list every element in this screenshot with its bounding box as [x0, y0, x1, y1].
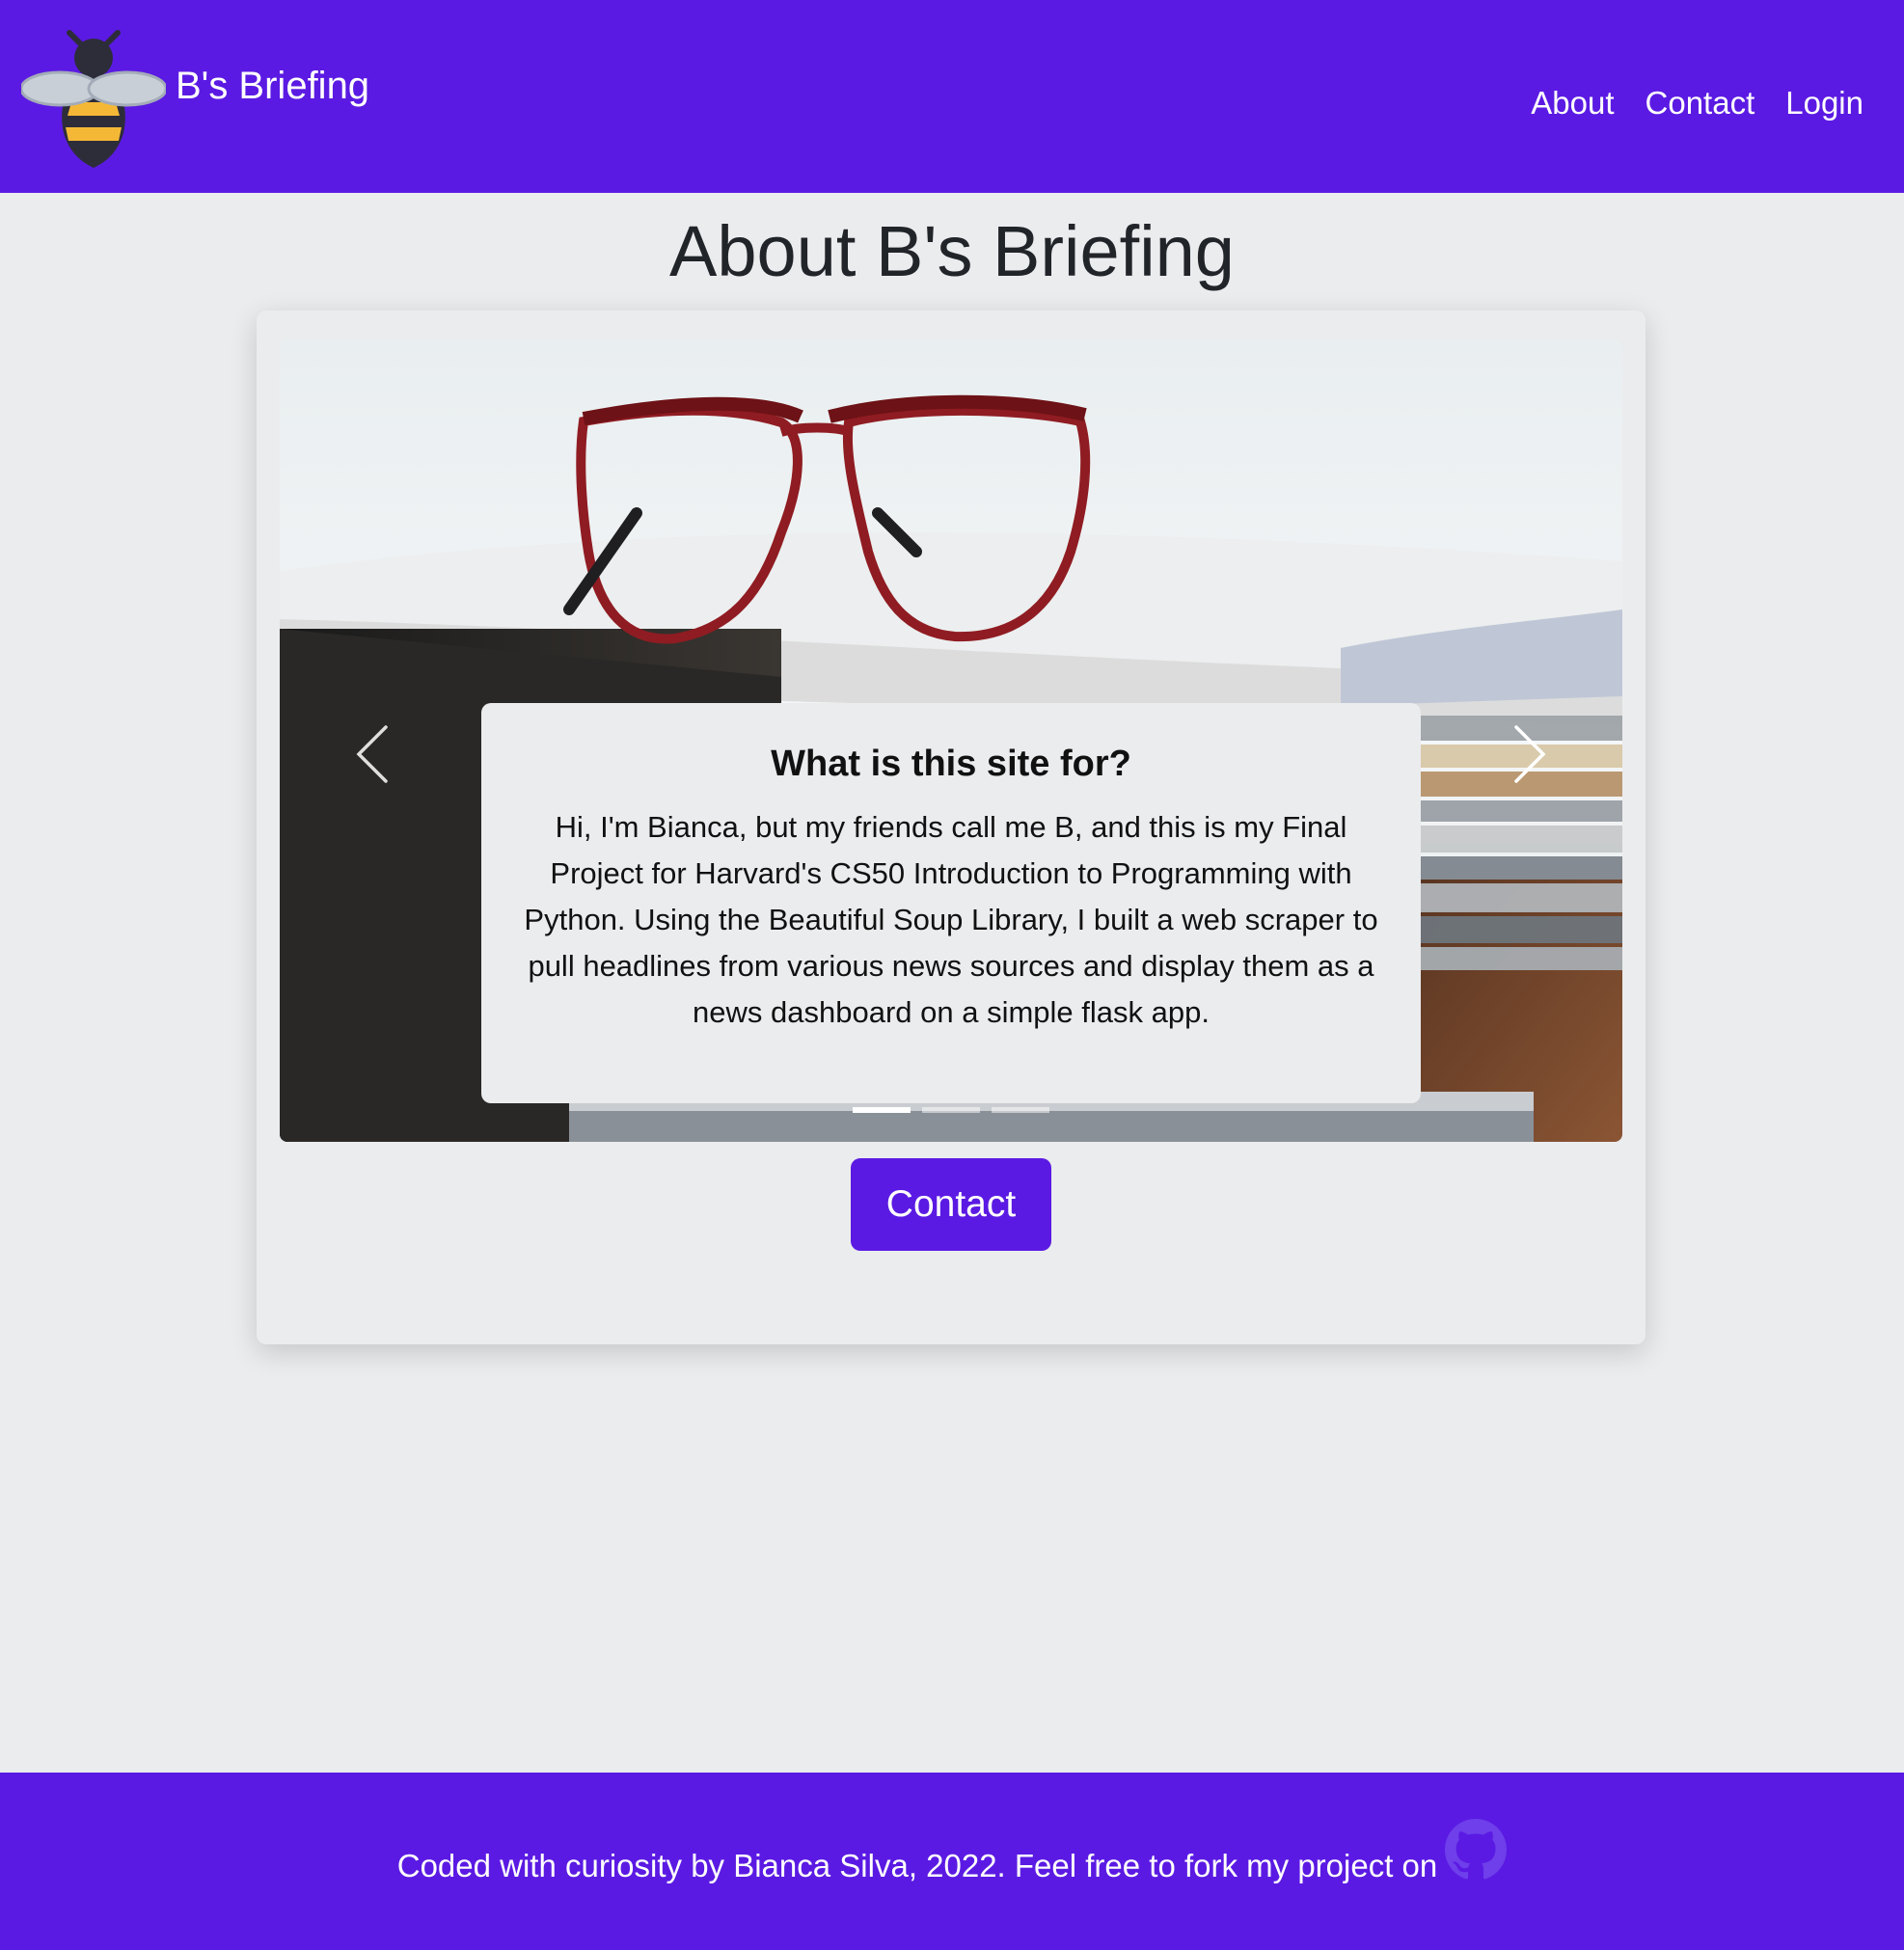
- nav-login[interactable]: Login: [1785, 85, 1863, 122]
- carousel-indicator-1[interactable]: [853, 1107, 911, 1113]
- carousel-caption: What is this site for? Hi, I'm Bianca, b…: [481, 703, 1421, 1103]
- footer-text: Coded with curiosity by Bianca Silva, 20…: [396, 1848, 1438, 1883]
- github-icon: [1445, 1818, 1508, 1879]
- nav-links: About Contact Login: [1531, 85, 1863, 122]
- carousel-indicator-3[interactable]: [992, 1107, 1049, 1113]
- carousel-next-button[interactable]: [1487, 716, 1564, 793]
- chevron-right-icon: [1514, 725, 1546, 783]
- brand-link[interactable]: B's Briefing: [21, 25, 369, 170]
- nav-about[interactable]: About: [1531, 85, 1614, 122]
- footer: Coded with curiosity by Bianca Silva, 20…: [0, 1773, 1904, 1950]
- brand-name: B's Briefing: [176, 64, 370, 107]
- nav-contact[interactable]: Contact: [1646, 85, 1755, 122]
- carousel-indicators: [280, 1107, 1622, 1113]
- navbar: B's Briefing About Contact Login: [0, 0, 1904, 193]
- github-link[interactable]: [1445, 1818, 1508, 1885]
- carousel: What is this site for? Hi, I'm Bianca, b…: [280, 339, 1622, 1142]
- contact-button[interactable]: Contact: [851, 1158, 1051, 1251]
- carousel-prev-button[interactable]: [338, 716, 415, 793]
- bee-icon: [21, 30, 166, 168]
- page-title: About B's Briefing: [669, 211, 1235, 291]
- chevron-left-icon: [356, 725, 388, 783]
- caption-text: Hi, I'm Bianca, but my friends call me B…: [524, 810, 1378, 1029]
- carousel-indicator-2[interactable]: [922, 1107, 980, 1113]
- about-card: What is this site for? Hi, I'm Bianca, b…: [257, 311, 1646, 1344]
- caption-title: What is this site for?: [771, 744, 1131, 784]
